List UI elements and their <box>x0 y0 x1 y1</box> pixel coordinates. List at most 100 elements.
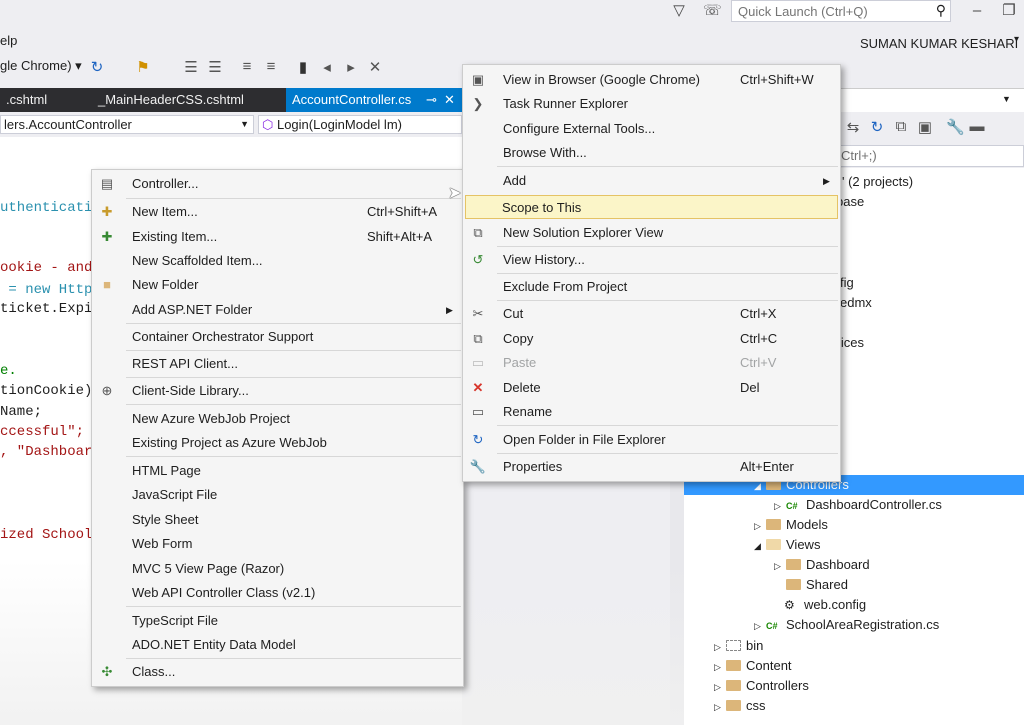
collapse-icon[interactable]: ◢ <box>754 536 766 556</box>
sync-icon[interactable]: ⇆ <box>844 118 862 136</box>
search-icon[interactable]: ⚲ <box>936 2 946 19</box>
menu-item-new-folder[interactable]: ■ New Folder <box>92 273 463 297</box>
expand-icon[interactable]: ▷ <box>774 556 786 576</box>
show-all-files-icon[interactable]: ▣ <box>916 118 934 136</box>
close-icon[interactable]: ✕ <box>444 88 455 112</box>
menu-item-typescript-file[interactable]: TypeScript File <box>92 609 463 633</box>
indent-icon[interactable]: ☰ <box>182 58 200 76</box>
menu-item-new-azure-webjob[interactable]: New Azure WebJob Project <box>92 407 463 431</box>
menu-item-controller[interactable]: ▤ Controller... <box>92 172 463 196</box>
menu-item-web-api-controller[interactable]: Web API Controller Class (v2.1) <box>92 581 463 605</box>
uncomment-icon[interactable]: ≡ <box>262 58 280 75</box>
menu-item-rename[interactable]: ▭ Rename <box>463 400 840 424</box>
menu-item-copy[interactable]: ⧉ Copy Ctrl+C <box>463 327 840 351</box>
tab-mainheadercss[interactable]: _MainHeaderCSS.cshtml <box>92 88 250 112</box>
chevron-down-icon[interactable]: ▼ <box>1002 94 1011 104</box>
menu-item-existing-azure-webjob[interactable]: Existing Project as Azure WebJob <box>92 431 463 455</box>
tree-item-views[interactable]: ◢ Views <box>754 535 820 555</box>
expand-icon[interactable]: ▷ <box>714 657 726 677</box>
clear-bookmarks-icon[interactable]: ✕ <box>366 58 384 76</box>
menu-item-ado-entity-model[interactable]: ADO.NET Entity Data Model <box>92 633 463 657</box>
refresh-icon[interactable]: ↻ <box>88 58 106 76</box>
menu-item-browse-with[interactable]: Browse With... <box>463 141 840 165</box>
next-bookmark-icon[interactable]: ▸ <box>342 58 360 76</box>
tree-item-label: SchoolAreaRegistration.cs <box>786 617 940 632</box>
tree-item-schoolarearegistration[interactable]: ▷ C# SchoolAreaRegistration.cs <box>754 615 939 635</box>
menu-item-properties[interactable]: 🔧 Properties Alt+Enter <box>463 455 840 479</box>
prev-bookmark-icon[interactable]: ◂ <box>318 58 336 76</box>
minimize-icon[interactable]: – <box>968 2 986 20</box>
tree-item-solution[interactable]: ' (2 projects) <box>842 172 913 192</box>
menu-item-paste[interactable]: ▭ Paste Ctrl+V <box>463 351 840 375</box>
feedback-icon[interactable]: ☏ <box>703 2 722 20</box>
tree-item-webconfig[interactable]: ⚙ web.config <box>784 595 866 615</box>
tree-item-bin[interactable]: ▷ bin <box>714 636 763 656</box>
filter-icon[interactable]: ▽ <box>670 2 688 20</box>
menu-item-scope-to-this[interactable]: Scope to This <box>465 195 838 219</box>
menu-shortcut: Alt+Enter <box>740 459 794 474</box>
menu-item-view-in-browser[interactable]: ▣ View in Browser (Google Chrome) Ctrl+Shi… <box>463 68 840 92</box>
browser-dropdown[interactable]: gle Chrome) ▾ <box>0 58 82 74</box>
solution-explorer-search[interactable]: Ctrl+;) <box>838 145 1024 167</box>
menu-item-style-sheet[interactable]: Style Sheet <box>92 508 463 532</box>
user-name[interactable]: SUMAN KUMAR KESHARI <box>860 36 1018 51</box>
pin-icon[interactable]: ⊸ <box>426 88 437 112</box>
tree-item[interactable]: edmx <box>840 293 872 313</box>
bookmark-icon[interactable]: ▮ <box>294 58 312 76</box>
menu-item-container-orchestrator[interactable]: Container Orchestrator Support <box>92 325 463 349</box>
tab-accountcontroller[interactable]: AccountController.cs ⊸ ✕ <box>286 88 462 112</box>
menu-item-client-side-library[interactable]: ⊕ Client-Side Library... <box>92 379 463 403</box>
outdent-icon[interactable]: ☰ <box>206 58 224 76</box>
menu-item-new-se-view[interactable]: ⧉ New Solution Explorer View <box>463 221 840 245</box>
tree-item-content[interactable]: ▷ Content <box>714 656 792 676</box>
preview-icon[interactable]: ▬ <box>968 118 986 135</box>
menu-item-javascript-file[interactable]: JavaScript File <box>92 483 463 507</box>
tab-cshtml[interactable]: .cshtml <box>0 88 53 112</box>
tree-item-css[interactable]: ▷ css <box>714 696 766 716</box>
menu-item-add[interactable]: Add ▶ <box>463 169 840 193</box>
menu-item-mvc5-view[interactable]: MVC 5 View Page (Razor) <box>92 557 463 581</box>
menu-item-add-aspnet-folder[interactable]: Add ASP.NET Folder ▶ <box>92 298 463 322</box>
editor-scrollbar[interactable] <box>670 480 684 725</box>
menu-item-exclude[interactable]: Exclude From Project <box>463 275 840 299</box>
menu-item-class[interactable]: ✣ Class... <box>92 660 463 684</box>
browser-link-icon[interactable]: ⚑ <box>134 58 152 76</box>
menu-item-rest-api-client[interactable]: REST API Client... <box>92 352 463 376</box>
collapse-all-icon[interactable]: ⧉ <box>892 118 910 135</box>
properties-icon[interactable]: 🔧 <box>946 118 965 136</box>
expand-icon[interactable]: ▷ <box>754 616 766 636</box>
menu-item-cut[interactable]: ✂ Cut Ctrl+X <box>463 302 840 326</box>
tab-label: AccountController.cs <box>292 92 412 107</box>
menu-shortcut: Shift+Alt+A <box>367 229 433 244</box>
expand-icon[interactable]: ▷ <box>714 697 726 717</box>
comment-icon[interactable]: ≡ <box>238 58 256 75</box>
member-combo[interactable]: ⬡ Login(LoginModel lm) <box>258 115 462 134</box>
restore-icon[interactable]: ❐ <box>1000 2 1018 20</box>
menu-item-view-history[interactable]: ↺ View History... <box>463 248 840 272</box>
tree-item-controllers-root[interactable]: ▷ Controllers <box>714 676 809 696</box>
chevron-down-icon[interactable]: ▾ <box>1014 34 1019 45</box>
menu-item-new-scaffolded-item[interactable]: New Scaffolded Item... <box>92 249 463 273</box>
menu-item-delete[interactable]: ✕ Delete Del <box>463 376 840 400</box>
quick-launch-input[interactable] <box>732 1 922 21</box>
menu-item-configure-tools[interactable]: Configure External Tools... <box>463 117 840 141</box>
menu-item-html-page[interactable]: HTML Page <box>92 459 463 483</box>
help-menu[interactable]: elp <box>0 33 17 48</box>
expand-icon[interactable]: ▷ <box>714 677 726 697</box>
menu-item-existing-item[interactable]: ✚ Existing Item... Shift+Alt+A <box>92 225 463 249</box>
expand-icon[interactable]: ▷ <box>754 516 766 536</box>
tree-item-models[interactable]: ▷ Models <box>754 515 828 535</box>
refresh-icon[interactable]: ↻ <box>868 118 886 136</box>
quick-launch-box[interactable]: ⚲ <box>731 0 951 22</box>
expand-icon[interactable]: ▷ <box>774 496 786 516</box>
type-combo[interactable]: lers.AccountController ▼ <box>0 115 254 134</box>
menu-item-task-runner[interactable]: ❯ Task Runner Explorer <box>463 92 840 116</box>
menu-item-open-folder[interactable]: ↻ Open Folder in File Explorer <box>463 428 840 452</box>
tree-item-shared[interactable]: Shared <box>786 575 848 595</box>
expand-icon[interactable]: ▷ <box>714 637 726 657</box>
tree-item[interactable]: fig <box>840 273 854 293</box>
menu-item-web-form[interactable]: Web Form <box>92 532 463 556</box>
tree-item-dashboard-folder[interactable]: ▷ Dashboard <box>774 555 870 575</box>
tree-item-dashboardcontroller[interactable]: ▷ C# DashboardController.cs <box>774 495 942 515</box>
menu-item-new-item[interactable]: ✚ New Item... Ctrl+Shift+A <box>92 200 463 224</box>
